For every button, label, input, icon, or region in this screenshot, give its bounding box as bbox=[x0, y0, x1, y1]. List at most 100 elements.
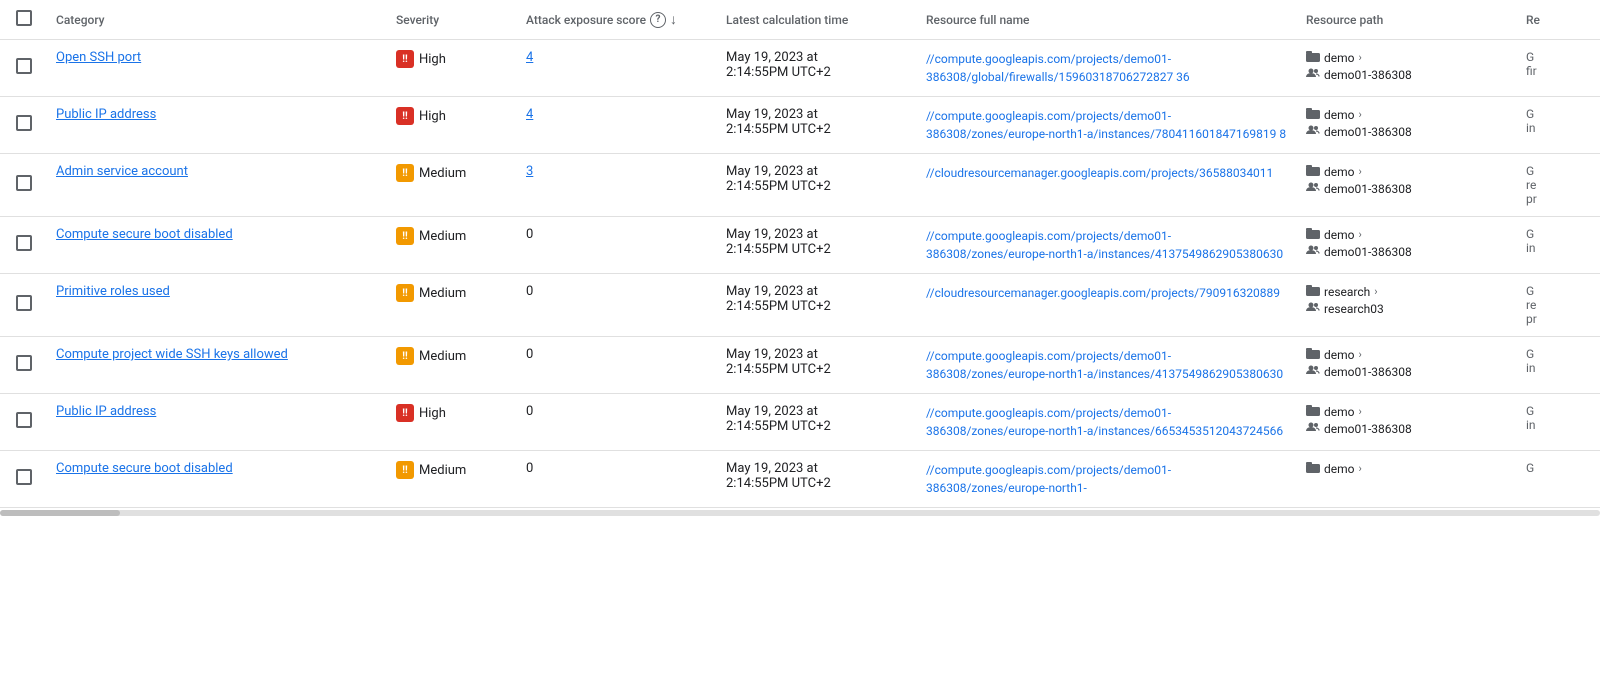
row-resource-path: demo› demo01-386308 bbox=[1298, 154, 1518, 217]
row-checkbox-cell bbox=[0, 274, 48, 337]
resource-fullname-link[interactable]: //cloudresourcemanager.googleapis.com/pr… bbox=[926, 286, 1280, 300]
row-checkbox[interactable] bbox=[16, 295, 32, 311]
attack-sort-icon[interactable]: ↓ bbox=[670, 11, 677, 28]
row-checkbox[interactable] bbox=[16, 412, 32, 428]
severity-icon: !! bbox=[396, 284, 414, 302]
row-checkbox[interactable] bbox=[16, 355, 32, 371]
row-resource-path: research› research03 bbox=[1298, 274, 1518, 337]
row-re: Gfir bbox=[1518, 40, 1600, 97]
severity-label: Medium bbox=[419, 349, 466, 364]
people-icon bbox=[1306, 364, 1320, 379]
folder-icon bbox=[1306, 107, 1320, 122]
header-select-all[interactable] bbox=[0, 0, 48, 40]
category-link[interactable]: Public IP address bbox=[56, 404, 156, 419]
category-link[interactable]: Admin service account bbox=[56, 164, 188, 179]
row-time: May 19, 2023 at2:14:55PM UTC+2 bbox=[718, 40, 918, 97]
people-name: demo01-386308 bbox=[1324, 365, 1412, 379]
attack-help-icon[interactable]: ? bbox=[650, 12, 666, 28]
table-row: Compute secure boot disabled!!Medium0May… bbox=[0, 451, 1600, 508]
row-resource-path: demo› demo01-386308 bbox=[1298, 217, 1518, 274]
resource-fullname-link[interactable]: //compute.googleapis.com/projects/demo01… bbox=[926, 349, 1283, 381]
row-re: G bbox=[1518, 451, 1600, 508]
people-icon bbox=[1306, 67, 1320, 82]
category-link[interactable]: Public IP address bbox=[56, 107, 156, 122]
resource-fullname-link[interactable]: //compute.googleapis.com/projects/demo01… bbox=[926, 406, 1283, 438]
row-checkbox[interactable] bbox=[16, 469, 32, 485]
row-re: Gin bbox=[1518, 337, 1600, 394]
folder-name: research bbox=[1324, 285, 1370, 299]
folder-icon bbox=[1306, 227, 1320, 242]
category-link[interactable]: Compute secure boot disabled bbox=[56, 227, 233, 242]
attack-score-link[interactable]: 4 bbox=[526, 50, 533, 65]
row-resource-path: demo› demo01-386308 bbox=[1298, 337, 1518, 394]
row-category: Compute secure boot disabled bbox=[48, 217, 388, 274]
people-icon bbox=[1306, 301, 1320, 316]
header-attack: Attack exposure score ? ↓ bbox=[518, 0, 718, 40]
row-re: Gin bbox=[1518, 97, 1600, 154]
row-severity: !!Medium bbox=[388, 337, 518, 394]
table-row: Public IP address!!High0May 19, 2023 at2… bbox=[0, 394, 1600, 451]
attack-score-link[interactable]: 4 bbox=[526, 107, 533, 122]
row-time: May 19, 2023 at2:14:55PM UTC+2 bbox=[718, 97, 918, 154]
findings-table: Category Severity Attack exposure score … bbox=[0, 0, 1600, 508]
row-resource-fullname: //compute.googleapis.com/projects/demo01… bbox=[918, 97, 1298, 154]
category-link[interactable]: Open SSH port bbox=[56, 50, 141, 65]
row-resource-path: demo› bbox=[1298, 451, 1518, 508]
row-severity: !!Medium bbox=[388, 217, 518, 274]
row-category: Public IP address bbox=[48, 97, 388, 154]
path-chevron: › bbox=[1359, 405, 1362, 418]
select-all-checkbox[interactable] bbox=[16, 10, 32, 26]
row-checkbox-cell bbox=[0, 217, 48, 274]
row-category: Open SSH port bbox=[48, 40, 388, 97]
row-category: Admin service account bbox=[48, 154, 388, 217]
row-resource-fullname: //compute.googleapis.com/projects/demo01… bbox=[918, 40, 1298, 97]
row-checkbox-cell bbox=[0, 154, 48, 217]
horizontal-scrollbar-thumb[interactable] bbox=[0, 510, 120, 516]
severity-icon: !! bbox=[396, 107, 414, 125]
people-name: demo01-386308 bbox=[1324, 245, 1412, 259]
row-attack-score: 0 bbox=[518, 394, 718, 451]
folder-icon bbox=[1306, 164, 1320, 179]
folder-name: demo bbox=[1324, 228, 1355, 242]
header-severity: Severity bbox=[388, 0, 518, 40]
row-checkbox[interactable] bbox=[16, 115, 32, 131]
category-link[interactable]: Primitive roles used bbox=[56, 284, 170, 299]
row-severity: !!High bbox=[388, 394, 518, 451]
row-resource-fullname: //compute.googleapis.com/projects/demo01… bbox=[918, 217, 1298, 274]
category-link[interactable]: Compute project wide SSH keys allowed bbox=[56, 347, 288, 362]
resource-fullname-link[interactable]: //compute.googleapis.com/projects/demo01… bbox=[926, 463, 1171, 495]
resource-fullname-link[interactable]: //compute.googleapis.com/projects/demo01… bbox=[926, 52, 1190, 84]
header-re: Re bbox=[1518, 0, 1600, 40]
row-attack-score: 3 bbox=[518, 154, 718, 217]
table-row: Open SSH port!!High4May 19, 2023 at2:14:… bbox=[0, 40, 1600, 97]
row-checkbox[interactable] bbox=[16, 175, 32, 191]
folder-name: demo bbox=[1324, 108, 1355, 122]
table-row: Primitive roles used!!Medium0May 19, 202… bbox=[0, 274, 1600, 337]
people-icon bbox=[1306, 421, 1320, 436]
category-link[interactable]: Compute secure boot disabled bbox=[56, 461, 233, 476]
folder-name: demo bbox=[1324, 165, 1355, 179]
row-checkbox[interactable] bbox=[16, 58, 32, 74]
resource-fullname-link[interactable]: //compute.googleapis.com/projects/demo01… bbox=[926, 109, 1286, 141]
row-attack-score: 4 bbox=[518, 40, 718, 97]
row-re: Gin bbox=[1518, 394, 1600, 451]
table-row: Public IP address!! High 4 May 19, 2023 at2… bbox=[0, 97, 1600, 154]
header-time: Latest calculation time bbox=[718, 0, 918, 40]
folder-name: demo bbox=[1324, 405, 1355, 419]
header-fullname: Resource full name bbox=[918, 0, 1298, 40]
resource-fullname-link[interactable]: //compute.googleapis.com/projects/demo01… bbox=[926, 229, 1283, 261]
row-checkbox[interactable] bbox=[16, 235, 32, 251]
people-icon bbox=[1306, 124, 1320, 139]
row-severity: !! Medium bbox=[388, 274, 518, 337]
severity-label: Medium bbox=[419, 286, 466, 301]
attack-score-link[interactable]: 3 bbox=[526, 164, 533, 179]
resource-fullname-link[interactable]: //cloudresourcemanager.googleapis.com/pr… bbox=[926, 166, 1273, 180]
people-name: research03 bbox=[1324, 302, 1384, 316]
horizontal-scrollbar-track[interactable] bbox=[0, 510, 1600, 516]
path-chevron: › bbox=[1359, 165, 1362, 178]
severity-label: Medium bbox=[419, 463, 466, 478]
table-header-row: Category Severity Attack exposure score … bbox=[0, 0, 1600, 40]
row-attack-score: 4 bbox=[518, 97, 718, 154]
severity-label: High bbox=[419, 109, 446, 124]
row-checkbox-cell bbox=[0, 40, 48, 97]
